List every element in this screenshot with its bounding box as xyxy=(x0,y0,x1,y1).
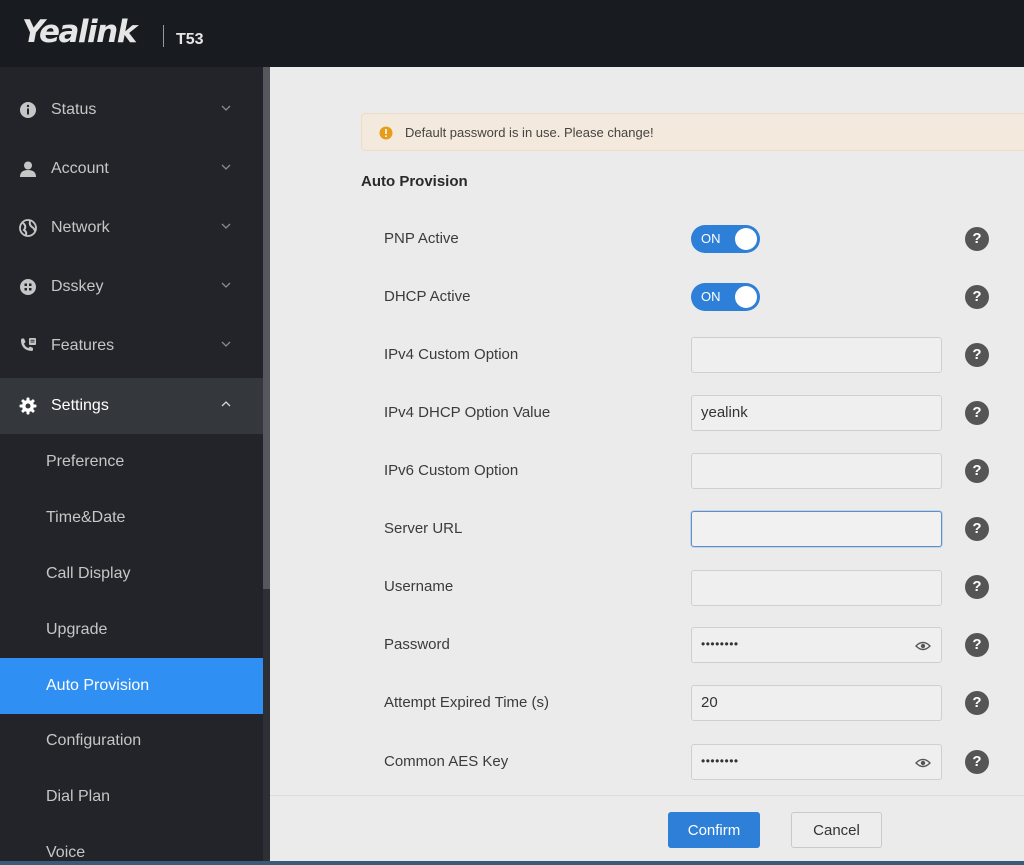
chevron-up-icon xyxy=(221,401,231,407)
section-title: Auto Provision xyxy=(361,173,468,190)
sidebar-item-label: Settings xyxy=(51,397,109,414)
common-aes-key-label: Common AES Key xyxy=(384,753,509,770)
server-url-label: Server URL xyxy=(384,520,463,537)
help-icon[interactable]: ? xyxy=(965,633,989,657)
help-icon[interactable]: ? xyxy=(965,285,989,309)
sidebar-subitem-configuration[interactable]: Configuration xyxy=(0,713,263,769)
toggle-knob xyxy=(735,228,757,250)
sidebar-item-account[interactable]: Account xyxy=(0,141,263,197)
sidebar-subitem-label: Time&Date xyxy=(46,509,126,526)
attempt-expired-time-input[interactable]: 20 xyxy=(691,685,942,721)
help-icon[interactable]: ? xyxy=(965,691,989,715)
toggle-knob xyxy=(735,286,757,308)
sidebar-subitem-label: Upgrade xyxy=(46,621,108,638)
sidebar-subitem-dial-plan[interactable]: Dial Plan xyxy=(0,769,263,825)
sidebar-subitem-label: Preference xyxy=(46,453,125,470)
alert-text: Default password is in use. Please chang… xyxy=(405,125,654,140)
sidebar-item-label: Dsskey xyxy=(51,278,104,295)
main-content: Default password is in use. Please chang… xyxy=(270,67,1024,865)
sidebar-subitem-auto-provision[interactable]: Auto Provision xyxy=(0,658,263,714)
gear-icon xyxy=(19,397,37,415)
chevron-down-icon xyxy=(221,282,231,288)
sidebar-subitem-label: Voice xyxy=(46,844,86,861)
sidebar-subitem-label: Configuration xyxy=(46,732,142,749)
logo-separator xyxy=(163,25,164,47)
sidebar-item-label: Account xyxy=(51,160,109,177)
ipv6-custom-option-input[interactable] xyxy=(691,453,942,489)
phone-icon xyxy=(21,338,36,351)
confirm-button[interactable]: Confirm xyxy=(668,812,760,848)
aes-key-masked-value: •••••••• xyxy=(701,754,739,768)
password-input[interactable]: •••••••• xyxy=(691,627,942,663)
pnp-active-label: PNP Active xyxy=(384,230,459,247)
help-icon[interactable]: ? xyxy=(965,750,989,774)
info-icon xyxy=(20,102,36,118)
ipv4-custom-option-label: IPv4 Custom Option xyxy=(384,346,519,363)
password-masked-value: •••••••• xyxy=(701,637,739,651)
attempt-expired-time-label: Attempt Expired Time (s) xyxy=(384,694,550,711)
input-value: 20 xyxy=(701,694,718,711)
sidebar-item-settings[interactable]: Settings xyxy=(0,378,263,434)
username-input[interactable] xyxy=(691,570,942,606)
input-value: yealink xyxy=(701,404,748,421)
eye-icon[interactable] xyxy=(915,640,931,652)
help-icon[interactable]: ? xyxy=(965,459,989,483)
sidebar-subitem-call-display[interactable]: Call Display xyxy=(0,546,263,602)
globe-icon xyxy=(19,219,37,237)
sidebar-item-label: Features xyxy=(51,337,115,354)
dhcp-active-label: DHCP Active xyxy=(384,288,471,305)
sidebar-item-dsskey[interactable]: Dsskey xyxy=(0,259,263,315)
sidebar-item-status[interactable]: Status xyxy=(0,82,263,138)
help-icon[interactable]: ? xyxy=(965,343,989,367)
sidebar: Status Account Network Dsskey Features S… xyxy=(0,67,263,865)
help-icon[interactable]: ? xyxy=(965,401,989,425)
common-aes-key-input[interactable]: •••••••• xyxy=(691,744,942,780)
ipv4-dhcp-option-value-input[interactable]: yealink xyxy=(691,395,942,431)
footer-divider xyxy=(270,795,1024,796)
sidebar-subitem-preference[interactable]: Preference xyxy=(0,434,263,490)
ipv6-custom-option-label: IPv6 Custom Option xyxy=(384,462,519,479)
sidebar-item-network[interactable]: Network xyxy=(0,200,263,256)
sidebar-item-features[interactable]: Features xyxy=(0,318,263,374)
sidebar-subitem-label: Auto Provision xyxy=(46,677,150,694)
toggle-state-text: ON xyxy=(701,231,721,246)
warning-icon xyxy=(379,126,393,140)
sidebar-subitem-upgrade[interactable]: Upgrade xyxy=(0,602,263,658)
ipv4-dhcp-option-value-label: IPv4 DHCP Option Value xyxy=(384,404,551,421)
chevron-down-icon xyxy=(221,341,231,347)
chevron-down-icon xyxy=(221,223,231,229)
help-icon[interactable]: ? xyxy=(965,517,989,541)
server-url-input[interactable] xyxy=(691,511,942,547)
ipv4-custom-option-input[interactable] xyxy=(691,337,942,373)
sidebar-item-label: Network xyxy=(51,219,110,236)
user-icon xyxy=(20,161,36,177)
chevron-down-icon xyxy=(221,105,231,111)
password-label: Password xyxy=(384,636,450,653)
window-bottom-edge xyxy=(0,861,1024,865)
chevron-down-icon xyxy=(221,164,231,170)
cancel-button[interactable]: Cancel xyxy=(791,812,882,848)
username-label: Username xyxy=(384,578,454,595)
sidebar-subitem-label: Dial Plan xyxy=(46,788,111,805)
sidebar-subitem-time-date[interactable]: Time&Date xyxy=(0,490,263,546)
dhcp-active-toggle[interactable]: ON xyxy=(691,283,760,311)
help-icon[interactable]: ? xyxy=(965,575,989,599)
grid-icon xyxy=(20,279,36,295)
help-icon[interactable]: ? xyxy=(965,227,989,251)
sidebar-item-label: Status xyxy=(51,101,97,118)
brand-logo: Yealink xyxy=(22,14,137,50)
eye-icon[interactable] xyxy=(915,757,931,769)
sidebar-subitem-voice[interactable]: Voice xyxy=(0,825,263,865)
pnp-active-toggle[interactable]: ON xyxy=(691,225,760,253)
sidebar-subitem-label: Call Display xyxy=(46,565,131,582)
default-password-alert: Default password is in use. Please chang… xyxy=(361,113,1024,151)
top-bar: Yealink T53 xyxy=(0,0,1024,67)
toggle-state-text: ON xyxy=(701,289,721,304)
model-label: T53 xyxy=(176,31,204,48)
sidebar-scrollbar-thumb[interactable] xyxy=(263,67,270,589)
